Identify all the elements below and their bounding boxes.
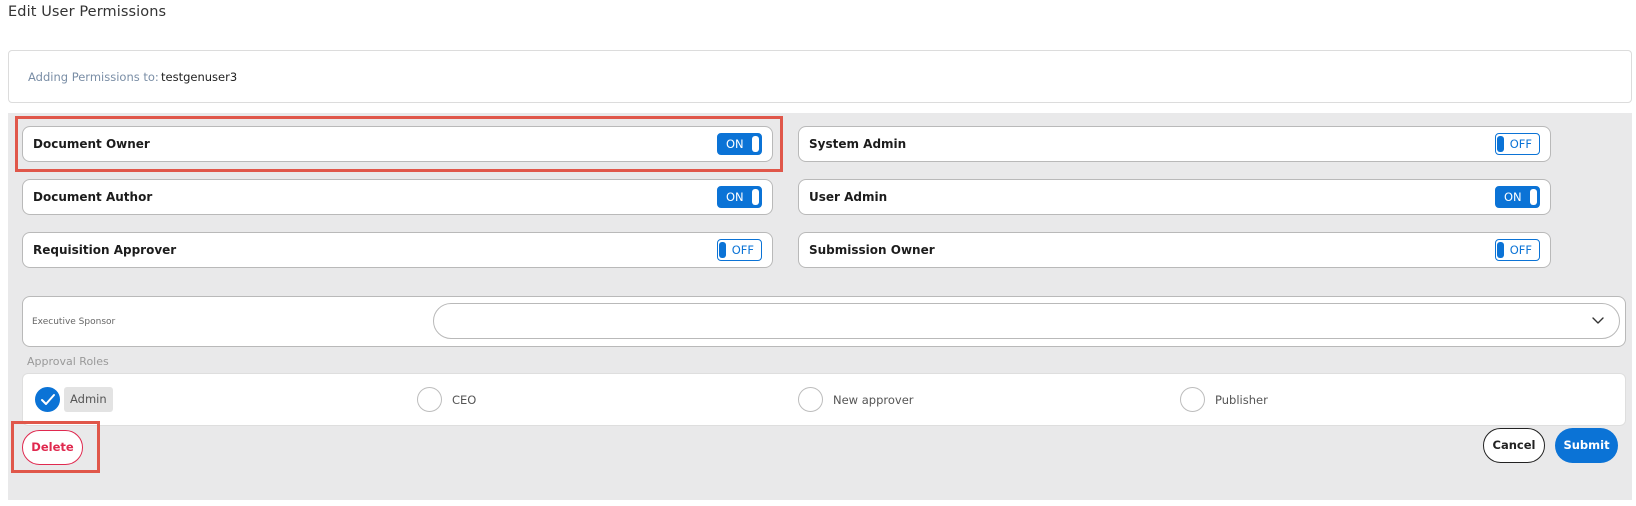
toggle-knob	[1497, 136, 1504, 152]
document-owner-highlight	[15, 116, 783, 172]
toggle-state-text: OFF	[1509, 243, 1532, 257]
toggle-state-text: OFF	[731, 243, 754, 257]
permission-row-document-author: Document Author ON	[22, 179, 773, 215]
approval-role-label: Publisher	[1215, 393, 1268, 407]
toggle-state-text: ON	[726, 190, 744, 204]
approval-role-label: New approver	[833, 393, 914, 407]
permission-label: Submission Owner	[809, 243, 935, 257]
adding-permissions-label: Adding Permissions to:	[28, 70, 159, 84]
executive-sponsor-label: Executive Sponsor	[32, 317, 116, 327]
user-admin-toggle[interactable]: ON	[1495, 186, 1540, 208]
page-title: Edit User Permissions	[8, 4, 167, 20]
requisition-approver-toggle[interactable]: OFF	[717, 239, 762, 261]
role-checkbox[interactable]	[1180, 387, 1205, 412]
cancel-button[interactable]: Cancel	[1483, 428, 1545, 463]
permission-label: Requisition Approver	[33, 243, 177, 257]
toggle-knob	[719, 242, 726, 258]
submit-button[interactable]: Submit	[1555, 428, 1618, 463]
role-checkbox[interactable]	[417, 387, 442, 412]
permission-label: Document Author	[33, 190, 153, 204]
toggle-knob	[752, 189, 759, 205]
submission-owner-toggle[interactable]: OFF	[1495, 239, 1540, 261]
toggle-state-text: OFF	[1509, 137, 1532, 151]
executive-sponsor-row: Executive Sponsor	[22, 296, 1626, 347]
role-checkbox[interactable]	[798, 387, 823, 412]
approval-role-label: Admin	[64, 387, 113, 412]
system-admin-toggle[interactable]: OFF	[1495, 133, 1540, 155]
permission-row-user-admin: User Admin ON	[798, 179, 1551, 215]
role-checkbox[interactable]	[35, 387, 60, 412]
adding-permissions-box: Adding Permissions to: testgenuser3	[8, 50, 1632, 103]
check-icon	[41, 394, 55, 405]
toggle-knob	[1530, 189, 1537, 205]
permission-row-system-admin: System Admin OFF	[798, 126, 1551, 162]
approval-role-label: CEO	[452, 393, 477, 407]
permission-row-requisition-approver: Requisition Approver OFF	[22, 232, 773, 268]
toggle-knob	[1497, 242, 1504, 258]
document-author-toggle[interactable]: ON	[717, 186, 762, 208]
executive-sponsor-select[interactable]	[433, 303, 1620, 339]
permission-label: System Admin	[809, 137, 907, 151]
chevron-down-icon	[1592, 317, 1604, 324]
approval-roles-box: Admin CEO New approver Publisher	[22, 373, 1626, 426]
permission-label: User Admin	[809, 190, 888, 204]
adding-permissions-user: testgenuser3	[161, 70, 238, 84]
toggle-state-text: ON	[1504, 190, 1522, 204]
approval-roles-title: Approval Roles	[27, 355, 109, 368]
permission-row-submission-owner: Submission Owner OFF	[798, 232, 1551, 268]
delete-highlight	[11, 421, 100, 473]
